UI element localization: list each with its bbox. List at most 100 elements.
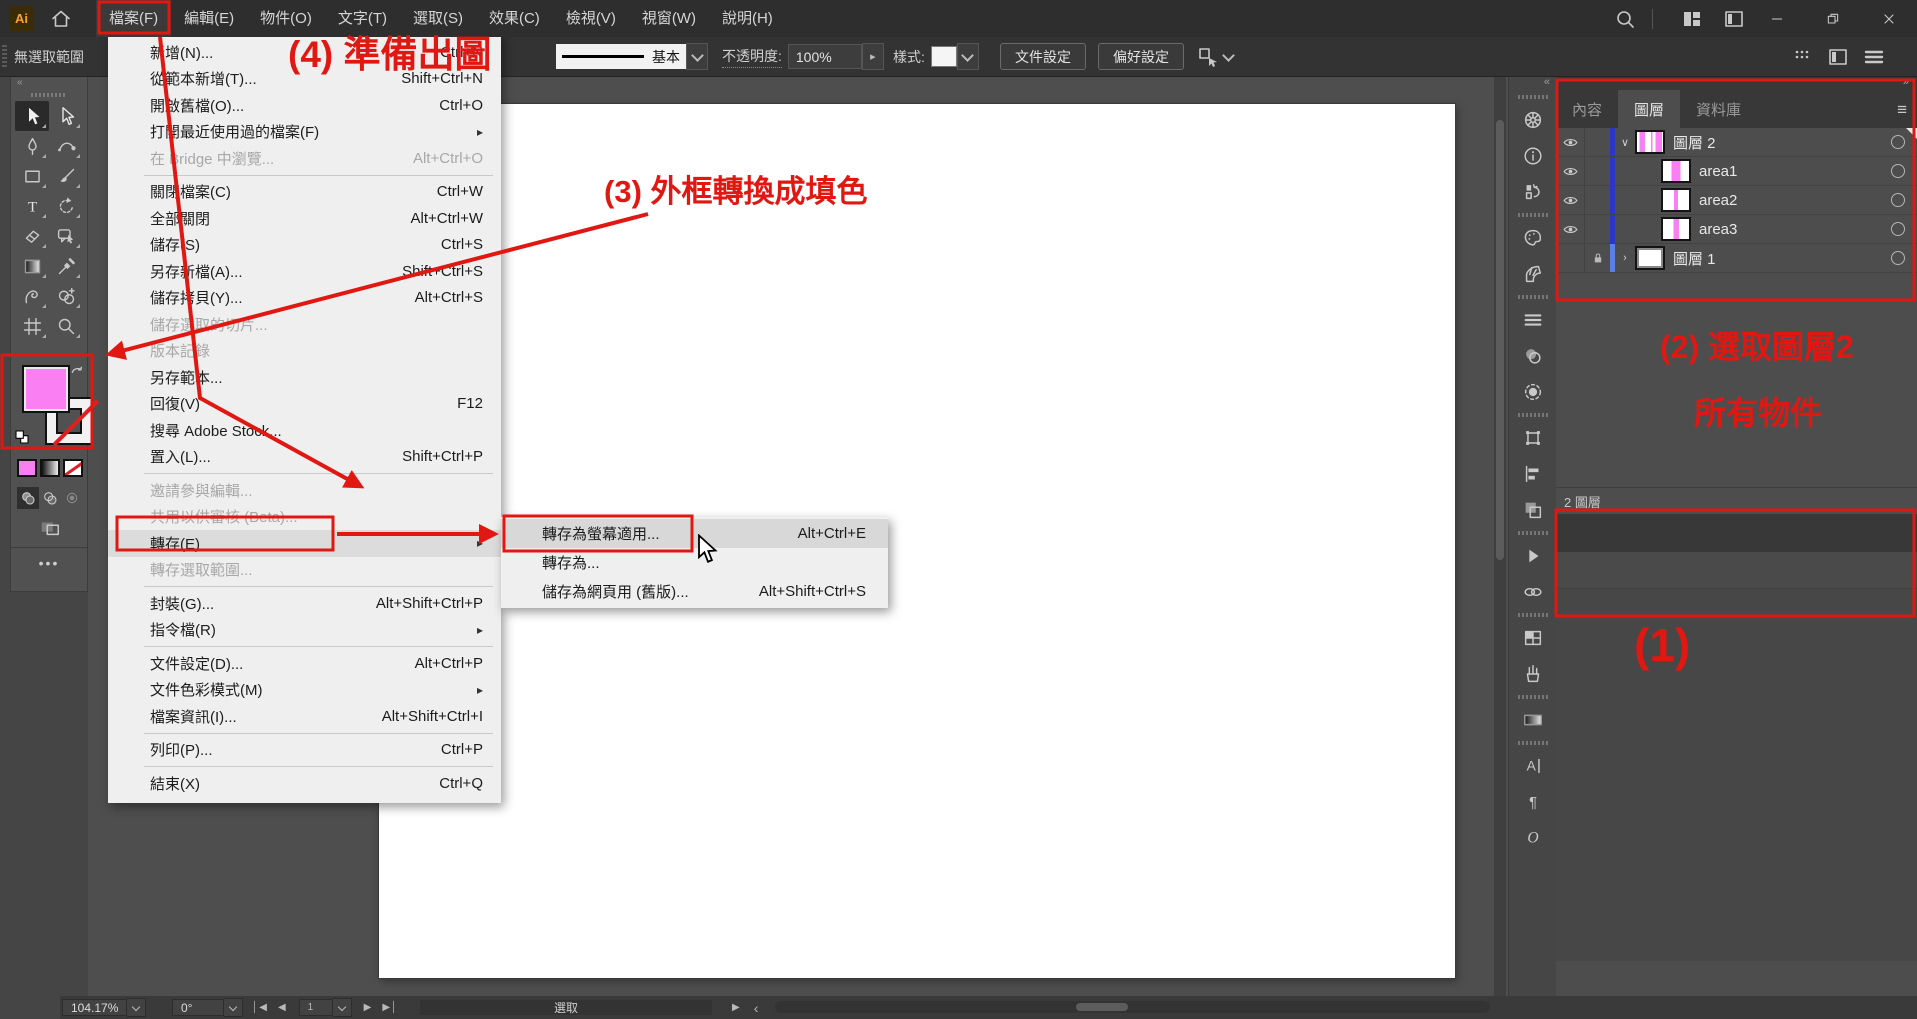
toolbar-grip[interactable] bbox=[31, 93, 67, 97]
file-menu-item-30[interactable]: 列印(P)...Ctrl+P bbox=[108, 737, 501, 764]
layer-row-3[interactable]: area3 bbox=[1556, 215, 1917, 244]
layer-row-1[interactable]: area1 bbox=[1556, 157, 1917, 186]
menubar-item-2[interactable]: 物件(O) bbox=[247, 0, 325, 37]
horizontal-scrollbar[interactable] bbox=[775, 1001, 1490, 1013]
shape-builder-tool[interactable] bbox=[49, 281, 83, 311]
tab-圖層[interactable]: 圖層 bbox=[1618, 90, 1680, 128]
panel-group-grip[interactable] bbox=[1518, 413, 1548, 417]
layer-expand-icon[interactable]: › bbox=[1615, 252, 1635, 264]
file-menu-item-11[interactable]: 儲存選取的切片... bbox=[108, 311, 501, 338]
version-history-icon[interactable] bbox=[1509, 174, 1557, 210]
menubar-item-1[interactable]: 編輯(E) bbox=[171, 0, 247, 37]
file-menu-item-0[interactable]: 新增(N)...Ctrl+N bbox=[108, 39, 501, 66]
selection-tool[interactable] bbox=[15, 101, 49, 131]
layer-expand-icon[interactable]: ∨ bbox=[1615, 136, 1635, 149]
rotation-chevron-icon[interactable] bbox=[224, 998, 243, 1017]
layer-thumbnail[interactable] bbox=[1661, 217, 1691, 241]
draw-normal-icon[interactable] bbox=[17, 487, 39, 509]
tab-資料庫[interactable]: 資料庫 bbox=[1680, 90, 1757, 128]
opacity-expand-icon[interactable]: ▸ bbox=[862, 43, 884, 70]
select-similar-chevron-icon[interactable] bbox=[1222, 49, 1235, 62]
control-menu-icon[interactable] bbox=[1862, 45, 1886, 69]
strip-collapse-icon[interactable]: « bbox=[1509, 76, 1556, 92]
gradient-button[interactable] bbox=[40, 459, 60, 477]
layer-name[interactable]: area1 bbox=[1699, 163, 1737, 180]
pen-tool[interactable] bbox=[15, 131, 49, 161]
layer-row-2[interactable]: area2 bbox=[1556, 186, 1917, 215]
workspace-switcher-icon[interactable] bbox=[1677, 7, 1707, 31]
arrange-documents-icon[interactable] bbox=[1719, 7, 1749, 31]
menubar-item-6[interactable]: 檢視(V) bbox=[553, 0, 629, 37]
gradient-tool[interactable] bbox=[15, 251, 49, 281]
search-icon[interactable] bbox=[1610, 7, 1640, 31]
next-artboard-icon[interactable]: ▶ bbox=[364, 1002, 373, 1013]
gradient-panel-icon[interactable] bbox=[1509, 702, 1557, 738]
visibility-eye-icon[interactable] bbox=[1556, 157, 1585, 185]
layer-target-icon[interactable] bbox=[1891, 222, 1905, 236]
toolbar-collapse-icon[interactable]: « bbox=[11, 77, 87, 91]
file-menu-item-1[interactable]: 從範本新增(T)...Shift+Ctrl+N bbox=[108, 66, 501, 93]
last-artboard-icon[interactable]: ▶│ bbox=[382, 1002, 398, 1013]
visibility-cell[interactable] bbox=[1556, 244, 1585, 272]
vertical-scrollbar-thumb[interactable] bbox=[1496, 120, 1504, 560]
zoom-level-chevron-icon[interactable] bbox=[127, 998, 146, 1017]
artboards-icon[interactable] bbox=[1509, 620, 1557, 656]
export-submenu-item-1[interactable]: 轉存為... bbox=[501, 548, 888, 577]
close-button[interactable] bbox=[1861, 0, 1917, 37]
type-tool[interactable]: T bbox=[15, 191, 49, 221]
file-menu-item-23[interactable]: 封裝(G)...Alt+Shift+Ctrl+P bbox=[108, 590, 501, 617]
select-similar-icon[interactable] bbox=[1196, 45, 1220, 69]
file-menu-item-4[interactable]: 在 Bridge 中瀏覽...Alt+Ctrl+O bbox=[108, 145, 501, 172]
brushes-icon[interactable] bbox=[1509, 656, 1557, 692]
panel-group-grip[interactable] bbox=[1518, 213, 1548, 217]
opentype-icon[interactable]: O bbox=[1509, 820, 1557, 856]
status-expand-icon[interactable]: ▶ bbox=[732, 1002, 740, 1013]
file-menu-item-3[interactable]: 打開最近使用過的檔案(F)▸ bbox=[108, 119, 501, 146]
panel-group-grip[interactable] bbox=[1518, 531, 1548, 535]
file-menu-item-2[interactable]: 開啟舊檔(O)...Ctrl+O bbox=[108, 92, 501, 119]
layer-target-icon[interactable] bbox=[1891, 251, 1905, 265]
panel-group-grip[interactable] bbox=[1518, 613, 1548, 617]
zoom-tool[interactable] bbox=[49, 311, 83, 341]
file-menu-item-20[interactable]: 轉存(E)▸ bbox=[108, 530, 501, 557]
direct-selection-tool[interactable] bbox=[49, 101, 83, 131]
live-paint-selection-tool[interactable] bbox=[49, 221, 83, 251]
none-button[interactable] bbox=[63, 459, 83, 477]
export-submenu-item-2[interactable]: 儲存為網頁用 (舊版)...Alt+Shift+Ctrl+S bbox=[501, 577, 888, 606]
stroke-style-chevron-icon[interactable] bbox=[686, 43, 708, 70]
menubar-item-5[interactable]: 效果(C) bbox=[476, 0, 553, 37]
color-icon[interactable] bbox=[1509, 220, 1557, 256]
horizontal-scrollbar-thumb[interactable] bbox=[1076, 1003, 1128, 1011]
actions-icon[interactable] bbox=[1509, 538, 1557, 574]
prev-artboard-icon[interactable]: ◀ bbox=[278, 1002, 287, 1013]
app-icon[interactable]: Ai bbox=[9, 6, 34, 31]
lock-cell[interactable] bbox=[1585, 157, 1610, 185]
lock-cell[interactable] bbox=[1585, 215, 1610, 243]
artboard-number-field[interactable]: 1 bbox=[299, 999, 333, 1016]
restore-button[interactable] bbox=[1805, 0, 1861, 37]
file-menu-item-8[interactable]: 儲存(S)Ctrl+S bbox=[108, 232, 501, 259]
rotation-field[interactable]: 0° bbox=[172, 999, 224, 1016]
edit-toolbar-icon[interactable]: ••• bbox=[11, 555, 87, 571]
status-collapse-icon[interactable]: ‹ bbox=[754, 1000, 759, 1016]
lock-cell[interactable] bbox=[1585, 128, 1610, 156]
menubar-item-7[interactable]: 視窗(W) bbox=[629, 0, 709, 37]
opacity-label[interactable]: 不透明度: bbox=[722, 46, 782, 68]
style-chevron-icon[interactable] bbox=[957, 43, 979, 70]
panel-menu-icon[interactable]: ≡ bbox=[1897, 100, 1907, 120]
panel-group-grip[interactable] bbox=[1518, 295, 1548, 299]
file-menu-item-9[interactable]: 另存新檔(A)...Shift+Ctrl+S bbox=[108, 258, 501, 285]
artboard-tool[interactable] bbox=[15, 311, 49, 341]
tab-內容[interactable]: 內容 bbox=[1556, 90, 1618, 128]
stroke-style-dropdown[interactable]: 基本 bbox=[556, 44, 708, 69]
file-menu-item-19[interactable]: 共用以供審核 (Beta)... bbox=[108, 504, 501, 531]
opacity-field[interactable]: 100% bbox=[788, 44, 862, 69]
file-menu-item-24[interactable]: 指令檔(R)▸ bbox=[108, 617, 501, 644]
grid-options-icon[interactable] bbox=[1790, 45, 1814, 69]
panel-group-grip[interactable] bbox=[1518, 695, 1548, 699]
layer-thumbnail[interactable] bbox=[1635, 246, 1665, 270]
swap-fill-stroke-icon[interactable] bbox=[69, 363, 85, 379]
layer-name[interactable]: 圖層 2 bbox=[1673, 132, 1716, 153]
file-menu-item-16[interactable]: 置入(L)...Shift+Ctrl+P bbox=[108, 444, 501, 471]
visibility-eye-icon[interactable] bbox=[1556, 128, 1585, 156]
